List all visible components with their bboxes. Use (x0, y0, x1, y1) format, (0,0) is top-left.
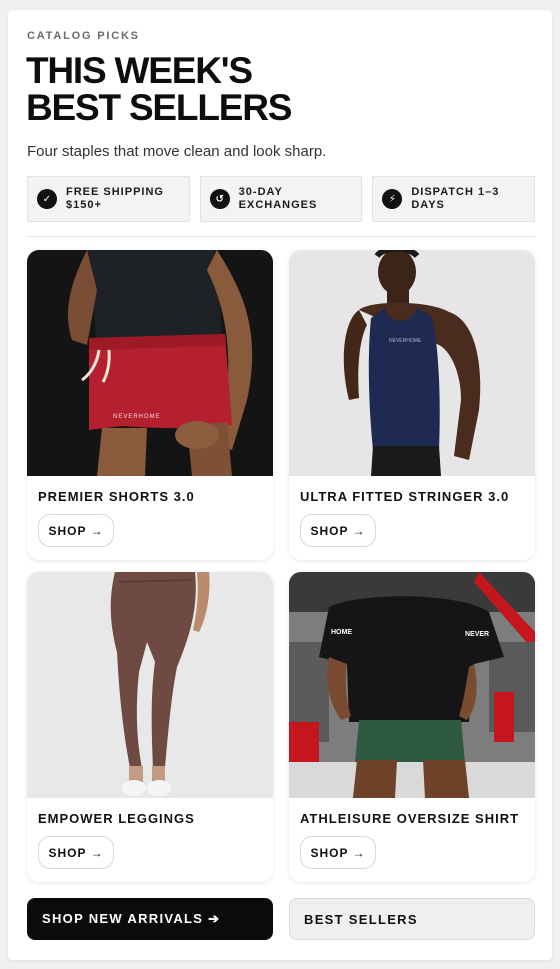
title-line-2: BEST SELLERS (26, 87, 292, 128)
shop-button[interactable]: SHOP → (38, 514, 114, 547)
catalog-card: CATALOG PICKS THIS WEEK'S BEST SELLERS F… (8, 10, 552, 960)
divider (27, 236, 535, 237)
perk-label: FREE SHIPPING $150+ (66, 186, 164, 211)
eyebrow-label: CATALOG PICKS (27, 30, 140, 42)
shop-button[interactable]: SHOP → (300, 836, 376, 869)
page-subtitle: Four staples that move clean and look sh… (27, 143, 327, 160)
page-title: THIS WEEK'S BEST SELLERS (26, 50, 292, 128)
svg-text:NEVERHOME: NEVERHOME (113, 414, 161, 420)
svg-text:HOME: HOME (331, 629, 352, 636)
product-image-leggings[interactable] (27, 572, 273, 798)
product-card-empower-leggings[interactable]: EMPOWER LEGGINGS SHOP → (27, 572, 273, 882)
product-image-shorts[interactable]: NEVERHOME (27, 250, 273, 476)
perk-free-shipping: ✓ FREE SHIPPING $150+ (27, 176, 190, 222)
shop-new-arrivals-button[interactable]: SHOP NEW ARRIVALS ➔ (27, 898, 273, 940)
svg-text:NEVERHOME: NEVERHOME (389, 338, 422, 344)
perk-dispatch: ⚡ DISPATCH 1–3 DAYS (372, 176, 536, 222)
svg-text:NEVER: NEVER (465, 631, 489, 638)
product-name: PREMIER SHORTS 3.0 (38, 489, 195, 504)
best-sellers-button[interactable]: BEST SELLERS (289, 898, 535, 940)
lightning-icon: ⚡ (382, 189, 403, 209)
product-card-premier-shorts[interactable]: NEVERHOME PREMIER SHORTS 3.0 SHOP → (27, 250, 273, 560)
perks-row: ✓ FREE SHIPPING $150+ ↺ 30-DAY EXCHANGES… (27, 176, 536, 222)
product-image-stringer[interactable]: NEVERHOME (289, 250, 535, 476)
product-name: ATHLEISURE OVERSIZE SHIRT (300, 811, 520, 826)
check-icon: ✓ (37, 189, 57, 209)
product-name: ULTRA FITTED STRINGER 3.0 (300, 489, 510, 504)
perk-label: 30-DAY EXCHANGES (238, 186, 318, 211)
exchange-icon: ↺ (209, 189, 230, 209)
perk-label: DISPATCH 1–3 DAYS (411, 186, 500, 211)
product-image-shirt[interactable]: HOME NEVER (289, 572, 535, 798)
product-card-athleisure-oversize-shirt[interactable]: HOME NEVER ATHLEISURE OVERSIZE SHIRT SHO… (289, 572, 535, 882)
shop-button[interactable]: SHOP → (38, 836, 114, 869)
shop-button[interactable]: SHOP → (300, 514, 376, 547)
title-line-1: THIS WEEK'S (26, 50, 253, 91)
product-name: EMPOWER LEGGINGS (38, 811, 195, 826)
product-card-ultra-fitted-stringer[interactable]: NEVERHOME ULTRA FITTED STRINGER 3.0 SHOP… (289, 250, 535, 560)
perk-exchanges: ↺ 30-DAY EXCHANGES (199, 176, 363, 222)
